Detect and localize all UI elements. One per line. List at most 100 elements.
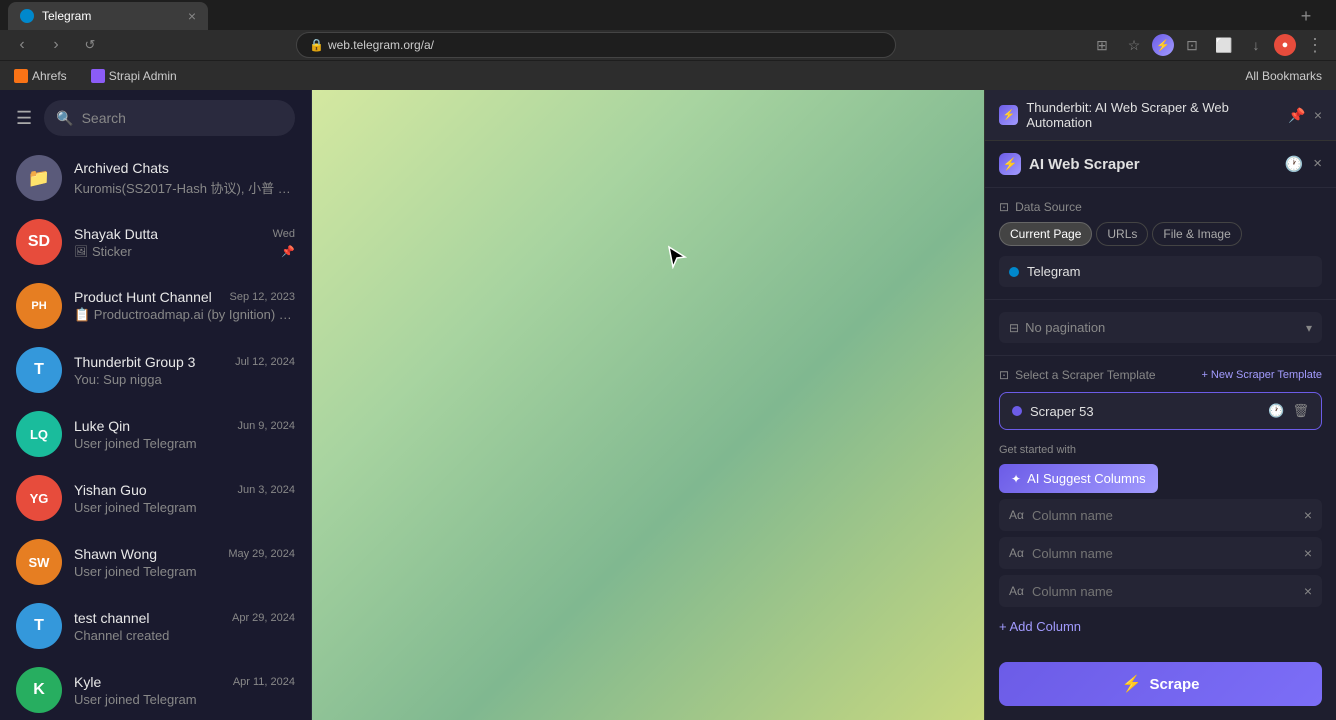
bookmark-strapi[interactable]: Strapi Admin bbox=[85, 67, 183, 85]
thunderbit-ext-icon[interactable]: ⚡ bbox=[1152, 34, 1174, 56]
chat-item-yishan[interactable]: YG Yishan Guo Jun 3, 2024 User joined Te… bbox=[0, 466, 311, 530]
chat-info-archived: Archived Chats Kuromis(SS2017-Hash 协议), … bbox=[74, 160, 295, 197]
ai-suggest-columns-button[interactable]: ✦ AI Suggest Columns bbox=[999, 464, 1158, 493]
close-ext-icon[interactable]: × bbox=[1313, 155, 1322, 173]
panel-header-right: 📌 × bbox=[1288, 107, 1322, 124]
column-input-1[interactable] bbox=[1032, 508, 1304, 523]
download-icon[interactable]: ↓ bbox=[1242, 31, 1270, 59]
active-tab[interactable]: Telegram × bbox=[8, 2, 208, 30]
chat-item-producthunt[interactable]: PH Product Hunt Channel Sep 12, 2023 📋 P… bbox=[0, 274, 311, 338]
avatar-testchannel: T bbox=[16, 603, 62, 649]
column-row-2: Aα × bbox=[999, 537, 1322, 569]
column-close-3[interactable]: × bbox=[1304, 583, 1312, 599]
chat-item-testchannel[interactable]: T test channel Apr 29, 2024 Channel crea… bbox=[0, 594, 311, 658]
history-icon[interactable]: 🕐 bbox=[1285, 155, 1304, 173]
scraper-name: Scraper 53 bbox=[1030, 404, 1094, 419]
pagination-row[interactable]: ⊟ No pagination ▾ bbox=[999, 312, 1322, 343]
scrape-lightning-icon: ⚡ bbox=[1122, 674, 1142, 694]
current-page-row: Telegram bbox=[999, 256, 1322, 287]
screenshot-icon[interactable]: ⬜ bbox=[1210, 31, 1238, 59]
menu-dots[interactable]: ⋮ bbox=[1300, 31, 1328, 59]
new-template-button[interactable]: + New Scraper Template bbox=[1201, 369, 1322, 381]
chat-time-yishan: Jun 3, 2024 bbox=[238, 484, 296, 496]
source-tab-current-page[interactable]: Current Page bbox=[999, 222, 1092, 246]
chat-time-shayak: Wed bbox=[273, 228, 295, 240]
chat-item-luke[interactable]: LQ Luke Qin Jun 9, 2024 User joined Tele… bbox=[0, 402, 311, 466]
chat-preview-testchannel: Channel created bbox=[74, 628, 295, 643]
chat-item-archived[interactable]: 📁 Archived Chats Kuromis(SS2017-Hash 协议)… bbox=[0, 146, 311, 210]
source-tab-urls[interactable]: URLs bbox=[1096, 222, 1148, 246]
panel-header: ⚡ Thunderbit: AI Web Scraper & Web Autom… bbox=[985, 90, 1336, 141]
pin-icon-shayak: 📌 bbox=[281, 245, 295, 258]
bookmark-ahrefs[interactable]: Ahrefs bbox=[8, 67, 73, 85]
strapi-favicon bbox=[91, 69, 105, 83]
chat-preview-shawn: User joined Telegram bbox=[74, 564, 295, 579]
panel-body: ⊡ Data Source Current Page URLs File & I… bbox=[985, 188, 1336, 648]
chat-time-testchannel: Apr 29, 2024 bbox=[232, 612, 295, 624]
scrape-label: Scrape bbox=[1149, 676, 1199, 693]
extensions-icon[interactable]: ⊞ bbox=[1088, 31, 1116, 59]
forward-button[interactable]: › bbox=[42, 31, 70, 59]
hamburger-menu-icon[interactable]: ☰ bbox=[16, 108, 32, 129]
source-tabs: Current Page URLs File & Image bbox=[999, 222, 1322, 246]
pin-button[interactable]: 📌 bbox=[1288, 107, 1305, 124]
scraper-history-icon[interactable]: 🕐 bbox=[1268, 403, 1284, 419]
chat-item-shawn[interactable]: SW Shawn Wong May 29, 2024 User joined T… bbox=[0, 530, 311, 594]
reload-button[interactable]: ↺ bbox=[76, 31, 104, 59]
star-icon[interactable]: ☆ bbox=[1120, 31, 1148, 59]
column-input-2[interactable] bbox=[1032, 546, 1304, 561]
scrape-button[interactable]: ⚡ Scrape bbox=[999, 662, 1322, 706]
scraper-left: Scraper 53 bbox=[1012, 404, 1094, 419]
chat-preview-luke: User joined Telegram bbox=[74, 436, 295, 451]
chat-time-kyle: Apr 11, 2024 bbox=[233, 676, 295, 688]
bookmarks-bar: Ahrefs Strapi Admin All Bookmarks bbox=[0, 60, 1336, 90]
chat-name-kyle: Kyle bbox=[74, 674, 101, 690]
column-row-1: Aα × bbox=[999, 499, 1322, 531]
close-panel-button[interactable]: × bbox=[1314, 107, 1322, 123]
add-column-button[interactable]: + Add Column bbox=[999, 613, 1322, 640]
scraper-right: 🕐 🗑 bbox=[1268, 403, 1309, 419]
avatar-shayak: SD bbox=[16, 219, 62, 265]
scraper-delete-icon[interactable]: 🗑 bbox=[1292, 403, 1309, 419]
address-bar[interactable]: 🔒 web.telegram.org/a/ bbox=[296, 32, 896, 58]
chat-name-producthunt: Product Hunt Channel bbox=[74, 289, 212, 305]
profile-icon[interactable]: ● bbox=[1274, 34, 1296, 56]
data-source-icon: ⊡ bbox=[999, 200, 1009, 214]
chat-item-shayak[interactable]: SD Shayak Dutta Wed 🖼 Sticker 📌 bbox=[0, 210, 311, 274]
avatar-thunderbit: T bbox=[16, 347, 62, 393]
tab-close-button[interactable]: × bbox=[188, 8, 196, 24]
column-close-2[interactable]: × bbox=[1304, 545, 1312, 561]
tab-favicon bbox=[20, 9, 34, 23]
telegram-sidebar: ☰ 🔍 Search 📁 Archived Chats Kuromis(SS20… bbox=[0, 90, 312, 720]
search-bar[interactable]: 🔍 Search bbox=[44, 100, 295, 136]
chat-item-kyle[interactable]: K Kyle Apr 11, 2024 User joined Telegram bbox=[0, 658, 311, 720]
chat-name-testchannel: test channel bbox=[74, 610, 150, 626]
chat-preview-shayak: Sticker bbox=[92, 244, 277, 259]
sticker-icon: 🖼 bbox=[74, 245, 88, 258]
all-bookmarks[interactable]: All Bookmarks bbox=[1239, 67, 1328, 85]
template-section: ⊡ Select a Scraper Template + New Scrape… bbox=[985, 356, 1336, 648]
avatar-kyle: K bbox=[16, 667, 62, 713]
avatar-yishan: YG bbox=[16, 475, 62, 521]
get-started-section: Get started with ✦ AI Suggest Columns bbox=[999, 434, 1322, 499]
wallet-icon[interactable]: ⊡ bbox=[1178, 31, 1206, 59]
chat-preview-yishan: User joined Telegram bbox=[74, 500, 295, 515]
source-tab-file-image[interactable]: File & Image bbox=[1152, 222, 1241, 246]
column-close-1[interactable]: × bbox=[1304, 507, 1312, 523]
chat-info-testchannel: test channel Apr 29, 2024 Channel create… bbox=[74, 610, 295, 643]
new-tab-button[interactable]: + bbox=[1292, 2, 1320, 30]
column-input-3[interactable] bbox=[1032, 584, 1304, 599]
chat-name-thunderbit: Thunderbit Group 3 bbox=[74, 354, 195, 370]
chat-time-luke: Jun 9, 2024 bbox=[238, 420, 296, 432]
back-button[interactable]: ‹ bbox=[8, 31, 36, 59]
chat-preview-thunderbit: You: Sup nigga bbox=[74, 372, 295, 387]
panel-title: Thunderbit: AI Web Scraper & Web Automat… bbox=[1026, 100, 1288, 130]
ext-title-row: ⚡ AI Web Scraper bbox=[999, 153, 1140, 175]
thunderbit-panel: ⚡ Thunderbit: AI Web Scraper & Web Autom… bbox=[984, 90, 1336, 720]
chat-info-producthunt: Product Hunt Channel Sep 12, 2023 📋 Prod… bbox=[74, 289, 295, 323]
active-scraper-item[interactable]: Scraper 53 🕐 🗑 bbox=[999, 392, 1322, 430]
panel-header-left: ⚡ Thunderbit: AI Web Scraper & Web Autom… bbox=[999, 100, 1288, 130]
search-placeholder: Search bbox=[82, 110, 126, 126]
chat-item-thunderbit[interactable]: T Thunderbit Group 3 Jul 12, 2024 You: S… bbox=[0, 338, 311, 402]
chat-time-thunderbit: Jul 12, 2024 bbox=[235, 356, 295, 368]
